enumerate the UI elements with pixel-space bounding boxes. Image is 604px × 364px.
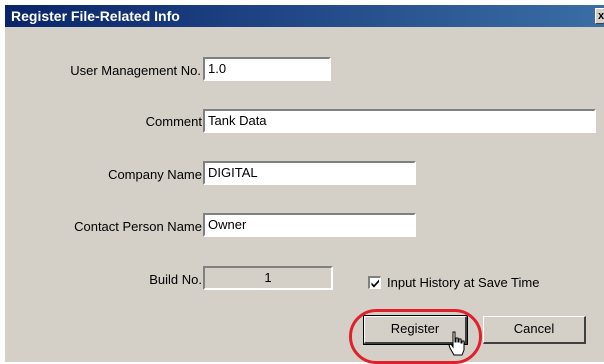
build-no-label: Build No.: [149, 272, 202, 287]
user-management-no-input[interactable]: 1.0: [203, 57, 331, 81]
close-icon[interactable]: x: [595, 8, 604, 24]
cancel-button[interactable]: Cancel: [483, 316, 586, 344]
input-history-label: Input History at Save Time: [387, 275, 540, 290]
title-bar[interactable]: Register File-Related Info x: [5, 5, 604, 27]
company-name-label: Company Name: [108, 167, 202, 182]
company-name-input[interactable]: DIGITAL: [203, 161, 416, 185]
window-title: Register File-Related Info: [11, 8, 180, 24]
build-no-field: 1: [203, 266, 333, 290]
comment-input[interactable]: Tank Data: [203, 109, 596, 133]
check-icon: [371, 279, 379, 288]
contact-person-name-input[interactable]: Owner: [203, 213, 416, 237]
contact-person-name-label: Contact Person Name: [74, 219, 202, 234]
hand-pointer-icon: [448, 331, 465, 356]
user-management-no-label: User Management No.: [70, 63, 201, 78]
input-history-checkbox[interactable]: [368, 276, 381, 289]
comment-label: Comment: [145, 114, 202, 129]
